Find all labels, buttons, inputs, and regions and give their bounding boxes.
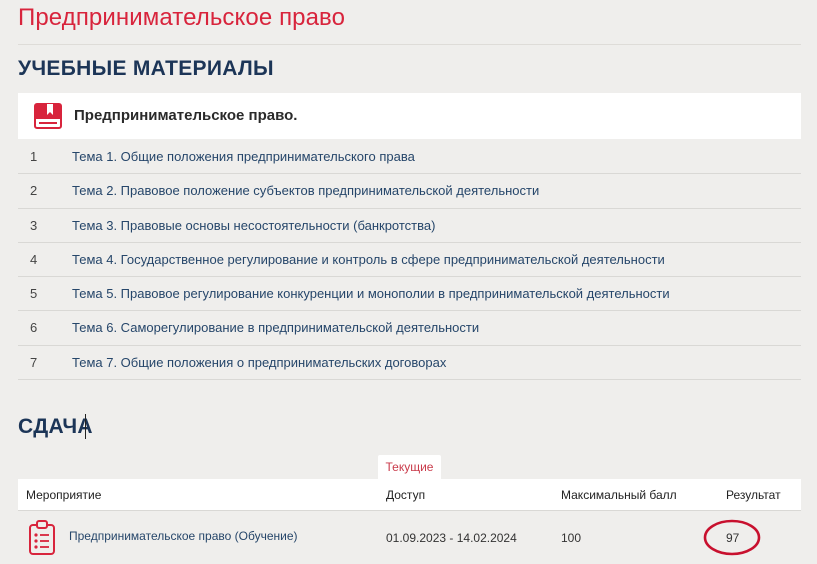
column-event: Мероприятие [26,488,102,502]
table-header: Мероприятие Доступ Максимальный балл Рез… [18,479,801,511]
materials-heading: УЧЕБНЫЕ МАТЕРИАЛЫ [18,57,274,80]
result-highlight-circle [703,519,761,556]
page-title: Предпринимательское право [18,4,346,31]
topic-number: 1 [30,149,38,164]
clipboard-icon [29,520,55,555]
topic-number: 7 [30,354,38,370]
title-divider [18,44,801,45]
access-period: 01.09.2023 - 14.02.2024 [386,531,517,545]
column-result: Результат [726,488,781,502]
topic-link[interactable]: Тема 4. Государственное регулирование и … [72,252,665,267]
topic-row[interactable]: 5 Тема 5. Правовое регулирование конкуре… [18,277,801,312]
topic-row[interactable]: 6 Тема 6. Саморегулирование в предприним… [18,311,801,346]
book-icon [34,103,62,129]
topic-number: 3 [30,217,38,233]
topic-row[interactable]: 2 Тема 2. Правовое положение субъектов п… [18,174,801,209]
topic-link[interactable]: Тема 7. Общие положения о предпринимател… [72,355,446,370]
topic-row[interactable]: 3 Тема 3. Правовые основы несостоятельно… [18,209,801,243]
course-header: Предпринимательское право. [18,93,801,139]
column-max-score: Максимальный балл [561,488,677,502]
topic-link[interactable]: Тема 6. Саморегулирование в предпринимат… [72,320,479,335]
topics-list: 1 Тема 1. Общие положения предпринимател… [18,140,801,381]
topic-number: 4 [30,251,38,267]
course-title: Предпринимательское право. [74,107,298,124]
max-score-value: 100 [561,531,582,545]
text-cursor [85,414,86,439]
topic-link[interactable]: Тема 3. Правовые основы несостоятельност… [72,218,435,233]
topic-link[interactable]: Тема 5. Правовое регулирование конкуренц… [72,286,670,301]
table-row: Предпринимательское право (Обучение) 01.… [18,511,801,564]
topic-row[interactable]: 4 Тема 4. Государственное регулирование … [18,243,801,278]
topic-number: 6 [30,320,38,336]
topic-row[interactable]: 1 Тема 1. Общие положения предпринимател… [18,140,801,175]
topic-number: 5 [30,286,38,302]
topic-link[interactable]: Тема 1. Общие положения предпринимательс… [72,149,415,164]
event-link[interactable]: Предпринимательское право (Обучение) [69,529,298,543]
submission-heading: СДАЧА [18,415,93,438]
topic-row[interactable]: 7 Тема 7. Общие положения о предпринимат… [18,346,801,381]
topic-number: 2 [30,183,38,199]
column-access: Доступ [386,488,426,502]
topic-link[interactable]: Тема 2. Правовое положение субъектов пре… [72,183,539,198]
tab-current[interactable]: Текущие [378,455,441,479]
